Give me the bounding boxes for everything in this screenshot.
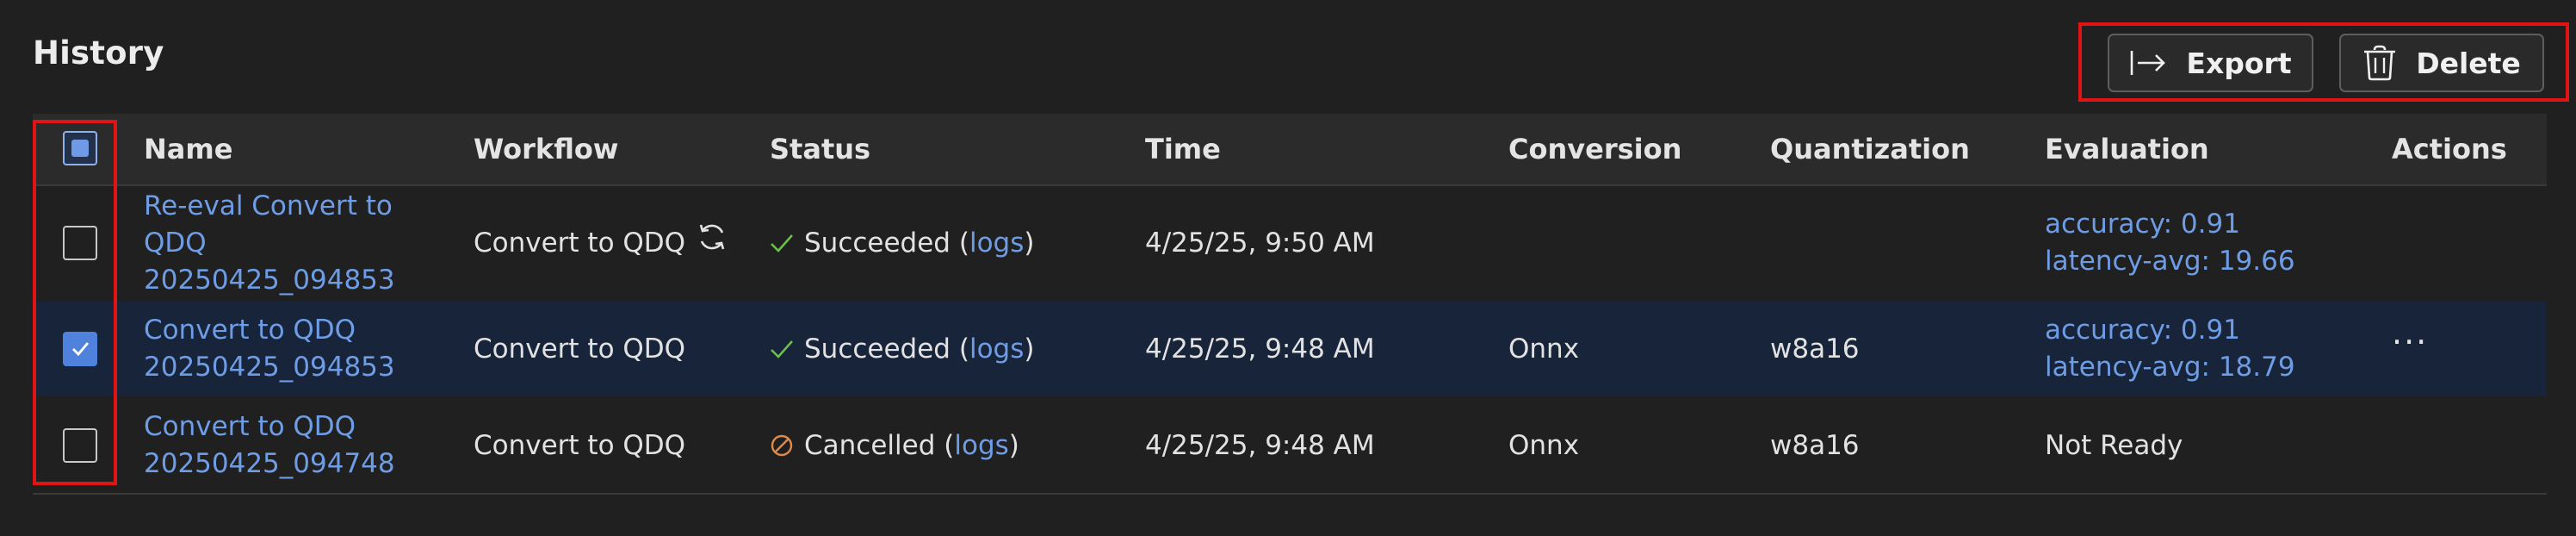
evaluation-latency[interactable]: latency-avg: 19.66 <box>2045 243 2295 280</box>
workflow-cell: Convert to QDQ <box>474 186 728 300</box>
run-name-line[interactable]: 20250425_094748 <box>144 446 395 483</box>
logs-link[interactable]: logs <box>969 227 1024 259</box>
evaluation-cell[interactable]: accuracy: 0.91 latency-avg: 18.79 <box>2045 302 2295 396</box>
time-cell: 4/25/25, 9:50 AM <box>1145 227 1375 259</box>
evaluation-accuracy[interactable]: accuracy: 0.91 <box>2045 206 2295 243</box>
workflow-cell: Convert to QDQ <box>474 333 686 365</box>
run-name-line[interactable]: QDQ <box>144 225 395 262</box>
column-header-name[interactable]: Name <box>144 114 232 184</box>
evaluation-latency[interactable]: latency-avg: 18.79 <box>2045 349 2295 386</box>
run-name-link[interactable]: Convert to QDQ 20250425_094748 <box>144 398 395 493</box>
conversion-cell: Onnx <box>1508 429 1580 461</box>
column-header-workflow[interactable]: Workflow <box>474 114 618 184</box>
checkmark-icon <box>771 340 793 358</box>
table-row[interactable]: Convert to QDQ 20250425_094853 Convert t… <box>33 302 2547 396</box>
checkmark-icon <box>771 234 793 252</box>
column-header-time[interactable]: Time <box>1145 114 1221 184</box>
status-text: Succeeded (logs) <box>804 333 1035 365</box>
checkbox-column-highlight-box <box>33 120 117 485</box>
run-name-link[interactable]: Re-eval Convert to QDQ 20250425_094853 <box>144 186 395 300</box>
delete-label: Delete <box>2416 46 2521 80</box>
delete-button[interactable]: Delete <box>2339 34 2544 92</box>
logs-link[interactable]: logs <box>954 430 1008 461</box>
more-actions-button[interactable]: ··· <box>2392 326 2428 358</box>
column-header-evaluation[interactable]: Evaluation <box>2045 114 2209 184</box>
time-cell: 4/25/25, 9:48 AM <box>1145 333 1375 365</box>
table-bottom-divider <box>33 493 2547 495</box>
refresh-icon <box>699 224 725 250</box>
history-page: History Export Delete Name Workflow Stat… <box>0 0 2576 536</box>
table-row[interactable]: Re-eval Convert to QDQ 20250425_094853 C… <box>33 186 2547 300</box>
workflow-cell: Convert to QDQ <box>474 429 686 461</box>
table-row[interactable]: Convert to QDQ 20250425_094748 Convert t… <box>33 398 2547 493</box>
status-cell: Succeeded (logs) <box>770 186 1035 300</box>
logs-link[interactable]: logs <box>969 333 1024 365</box>
export-label: Export <box>2186 46 2292 80</box>
status-cell: Cancelled (logs) <box>770 398 1019 493</box>
cancelled-icon <box>771 434 793 457</box>
run-name-link[interactable]: Convert to QDQ 20250425_094853 <box>144 302 395 396</box>
column-header-conversion[interactable]: Conversion <box>1508 114 1681 184</box>
page-title: History <box>33 34 164 72</box>
trash-icon <box>2364 45 2396 81</box>
status-cell: Succeeded (logs) <box>770 302 1035 396</box>
evaluation-cell: Not Ready <box>2045 429 2183 461</box>
table-header-row: Name Workflow Status Time Conversion Qua… <box>33 114 2547 186</box>
status-text: Succeeded (logs) <box>804 227 1035 259</box>
quantization-cell: w8a16 <box>1770 333 1860 365</box>
run-name-line[interactable]: 20250425_094853 <box>144 349 395 386</box>
evaluation-accuracy[interactable]: accuracy: 0.91 <box>2045 312 2295 349</box>
column-header-status[interactable]: Status <box>770 114 870 184</box>
export-button[interactable]: Export <box>2108 34 2313 92</box>
run-name-line[interactable]: Convert to QDQ <box>144 408 395 446</box>
run-name-line[interactable]: Re-eval Convert to <box>144 188 395 225</box>
actions-cell[interactable]: ··· <box>2392 302 2428 396</box>
time-cell: 4/25/25, 9:48 AM <box>1145 429 1375 461</box>
quantization-cell: w8a16 <box>1770 429 1860 461</box>
workflow-text: Convert to QDQ <box>474 227 686 259</box>
column-header-actions: Actions <box>2392 132 2507 165</box>
column-header-quantization[interactable]: Quantization <box>1770 114 1970 184</box>
evaluation-cell[interactable]: accuracy: 0.91 latency-avg: 19.66 <box>2045 186 2295 300</box>
conversion-cell: Onnx <box>1508 333 1580 365</box>
arrow-right-to-line-icon <box>2131 51 2166 75</box>
run-name-line[interactable]: Convert to QDQ <box>144 312 395 349</box>
run-name-line[interactable]: 20250425_094853 <box>144 262 395 299</box>
status-text: Cancelled (logs) <box>804 429 1019 461</box>
